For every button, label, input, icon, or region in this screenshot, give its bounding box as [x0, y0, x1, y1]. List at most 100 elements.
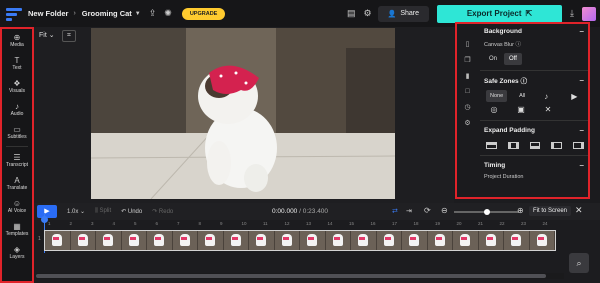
padding-right-icon[interactable] [573, 142, 584, 149]
section-title: Timing [484, 161, 506, 169]
upgrade-button[interactable]: UPGRADE [181, 7, 226, 20]
ruler-tick-label: 12 [284, 221, 290, 226]
gear-icon[interactable]: ⚙ [457, 119, 478, 127]
blur-on-button[interactable]: On [484, 53, 502, 65]
clip-thumbnail [249, 231, 275, 250]
comments-icon[interactable]: ▤ [347, 8, 356, 19]
sidebar-divider [6, 146, 28, 147]
sidebar-item-templates[interactable]: ▦ Templates [2, 218, 32, 241]
timeline-scroll-thumb[interactable] [36, 274, 546, 278]
expand-padding-header[interactable]: Expand Padding – [484, 123, 584, 137]
blur-off-button[interactable]: Off [504, 53, 522, 65]
safe-zone-all[interactable]: All [519, 93, 525, 99]
sidebar-item-label: Subtitles [7, 134, 27, 140]
padding-bottom-icon[interactable] [529, 142, 541, 149]
play-button[interactable]: ▶ [37, 205, 57, 218]
video-track-clip[interactable] [44, 230, 556, 251]
video-preview[interactable] [91, 28, 395, 199]
idea-bulb-icon[interactable]: ✺ [164, 8, 172, 19]
avatar[interactable] [582, 6, 596, 21]
clip-thumbnail [121, 231, 147, 250]
help-icon[interactable]: ⓘ [521, 78, 528, 85]
clip-thumbnail [45, 231, 71, 250]
download-icon[interactable]: ⤓ [570, 8, 574, 19]
skip-end-icon[interactable]: ⇥ [406, 207, 412, 215]
padding-sides-icon[interactable] [507, 142, 519, 149]
safe-zones-header[interactable]: Safe Zones ⓘ – [484, 73, 584, 87]
speed-dropdown[interactable]: 1.0x ⌄ [67, 208, 85, 215]
youtube-icon[interactable]: ▶ [569, 92, 579, 101]
zoom-out-icon[interactable]: ⊖ [441, 206, 448, 215]
tiktok-icon[interactable]: ♪ [541, 92, 551, 101]
clip-thumbnail [96, 231, 122, 250]
safe-zones-row-2: ◎ ▣ ✕ [489, 105, 584, 114]
upload-icon[interactable]: ⇪ [149, 8, 157, 19]
collapse-icon[interactable]: – [580, 126, 584, 135]
export-icon: ⇱ [525, 9, 533, 18]
export-project-button[interactable]: Export Project ⇱ [437, 4, 563, 23]
clip-thumbnail [351, 231, 377, 250]
padding-top-icon[interactable] [486, 142, 497, 149]
x-icon[interactable]: ✕ [543, 105, 553, 114]
share-button[interactable]: 👤 Share [377, 5, 430, 22]
ruler-tick-label: 17 [392, 221, 398, 226]
sidebar-item-transcript[interactable]: ☰ Transcript [2, 149, 32, 172]
app-logo-icon[interactable] [6, 6, 22, 22]
cat-video-frame [91, 28, 395, 199]
linkedin-icon[interactable]: ▣ [516, 105, 526, 114]
undo-button[interactable]: ↶ Undo [121, 208, 142, 215]
ruler-tick-label: 13 [306, 221, 312, 226]
close-timeline-icon[interactable]: ✕ [575, 205, 583, 216]
background-header[interactable]: Background – [484, 24, 584, 38]
section-title: Safe Zones ⓘ [484, 75, 527, 85]
fit-to-screen-button[interactable]: Fit to Screen [529, 206, 572, 216]
zoom-in-icon[interactable]: ⊕ [517, 206, 524, 215]
safe-zone-none[interactable]: None [486, 90, 508, 102]
collapse-icon[interactable]: – [580, 76, 584, 85]
sidebar-item-ai-voice[interactable]: ☺ AI Voice [2, 195, 32, 218]
search-icon[interactable]: ⌕ [569, 253, 589, 273]
sidebar-item-subtitles[interactable]: ▭ Subtitles [2, 121, 32, 144]
timeline-scrollbar[interactable] [36, 273, 564, 279]
split-button[interactable]: ⫼ Split [95, 208, 111, 215]
right-panel-scrollbar[interactable] [590, 27, 600, 203]
sidebar-item-layers[interactable]: ◈ Layers [2, 241, 32, 264]
redo-button[interactable]: ↷ Redo [152, 208, 173, 215]
sidebar-item-text[interactable]: T Text [2, 52, 32, 75]
loop-icon[interactable]: ⟳ [424, 206, 431, 215]
ruler-tick-label: 18 [413, 221, 419, 226]
padding-left-icon[interactable] [551, 142, 563, 149]
crop-icon[interactable]: ⌗ [62, 30, 76, 42]
phone-icon[interactable]: ▮ [457, 72, 478, 80]
settings-gear-icon[interactable]: ⚙ [364, 8, 372, 19]
help-icon[interactable]: ⓘ [516, 42, 522, 48]
collapse-icon[interactable]: – [580, 161, 584, 170]
instagram-icon[interactable]: ◎ [489, 105, 499, 114]
document-icon[interactable]: ▯ [457, 40, 478, 48]
breadcrumb-folder[interactable]: New Folder [28, 9, 68, 18]
sidebar-item-audio[interactable]: ♪ Audio [2, 98, 32, 121]
zoom-slider-handle[interactable] [483, 209, 490, 215]
chevron-down-icon[interactable]: ▼ [135, 11, 141, 17]
snap-icon[interactable]: ⇄ [392, 207, 398, 215]
sidebar-item-visuals[interactable]: ❖ Visuals [2, 75, 32, 98]
sidebar-item-media[interactable]: ⊕ Media [2, 29, 32, 52]
padding-options [486, 142, 584, 149]
copy-icon[interactable]: ❐ [457, 56, 478, 64]
sidebar-item-label: Layers [9, 254, 25, 260]
timer-icon[interactable]: ◷ [457, 103, 478, 111]
playhead-handle[interactable] [41, 216, 48, 223]
split-label: Split [99, 208, 112, 214]
timing-header[interactable]: Timing – [484, 158, 584, 172]
collapse-icon[interactable]: – [580, 27, 584, 36]
transport-bar: ▶ 1.0x ⌄ ⫼ Split ↶ Undo ↷ Redo 0:00.000 … [34, 203, 600, 220]
current-time: 0:00.000 [272, 208, 298, 215]
fit-dropdown[interactable]: Fit ⌄ [39, 31, 55, 39]
ruler-tick-label: 4 [112, 221, 116, 226]
project-name[interactable]: Grooming Cat [82, 9, 132, 18]
clip-thumbnail [427, 231, 453, 250]
timeline-ruler[interactable]: 1 2 3 4 5 6 7 8 9 10 11 12 13 14 15 16 17 18 19 20 21 22 23 24 [34, 220, 600, 229]
zoom-slider[interactable] [454, 209, 519, 215]
sidebar-item-translate[interactable]: A Translate [2, 172, 32, 195]
square-icon[interactable]: □ [457, 88, 478, 95]
